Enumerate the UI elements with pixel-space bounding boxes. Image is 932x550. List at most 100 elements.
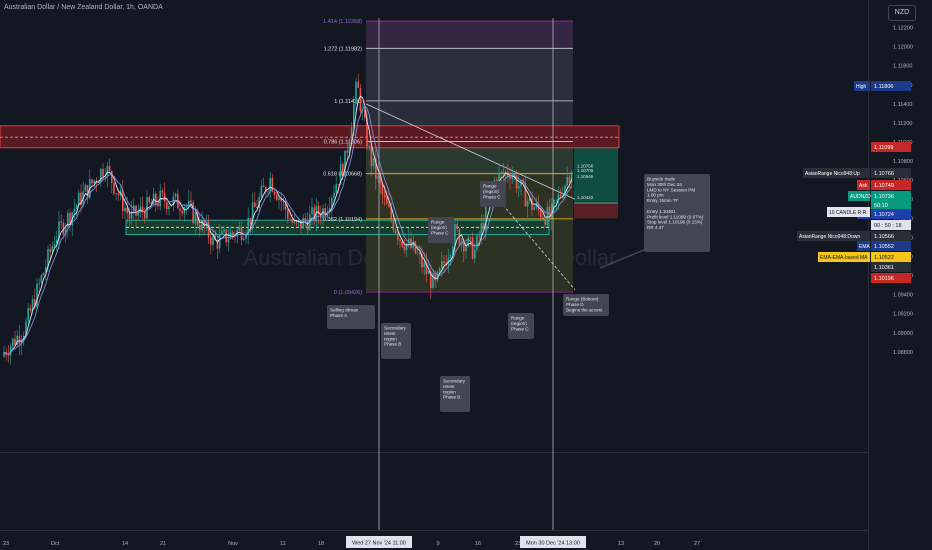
candle-body — [38, 282, 40, 284]
annotation-text-4-1: (region) — [483, 189, 499, 194]
right-tag-10: AsianRange Nico948:Down — [799, 234, 860, 240]
annotation-text-4-2: Phase C — [483, 194, 501, 199]
right-value-0: 1.11806 — [874, 84, 893, 90]
right-value-2: 1.10766 — [874, 171, 894, 177]
right-tag-11: EMA — [859, 244, 871, 250]
time-tick-3: 21 — [160, 541, 166, 547]
annotation-text-1-1: retest — [384, 331, 396, 336]
candle-body — [427, 271, 430, 274]
time-tick-8: 16 — [475, 541, 481, 547]
candle-body — [287, 209, 289, 219]
candle-body — [111, 170, 113, 184]
candle-body — [113, 183, 115, 194]
candle-body — [392, 218, 395, 231]
candle-body — [403, 246, 406, 251]
candle-body — [210, 237, 212, 245]
price-tick-4: 1.11400 — [893, 102, 912, 108]
candle-body — [302, 217, 304, 229]
candle-body — [106, 165, 109, 177]
annotation-text-1-0: Secondary — [384, 326, 407, 331]
candle-body — [78, 192, 80, 206]
right-value-1: 1.11099 — [874, 145, 893, 151]
time-tick-0: 23 — [3, 541, 9, 547]
candle-body — [86, 185, 89, 198]
candle-body — [75, 205, 78, 209]
annotation-text-0-0: Selling climax — [330, 308, 359, 313]
candle-body — [553, 200, 555, 204]
candle-body — [53, 244, 56, 247]
candle-body — [73, 208, 76, 213]
candle-body — [168, 206, 170, 210]
candle-body — [533, 207, 535, 210]
candle-body — [49, 248, 51, 252]
candle-body — [566, 177, 568, 186]
candle-body — [199, 224, 201, 230]
candle-body — [267, 191, 269, 193]
candle-body — [238, 227, 241, 231]
annotation-text-6-1: Phase D — [566, 302, 584, 307]
right-value-9: 00 : 50 : 18 — [874, 223, 902, 229]
time-tick-2: 14 — [122, 541, 128, 547]
candle-body — [139, 206, 142, 212]
candle-body — [335, 184, 337, 193]
candle-body — [278, 197, 280, 200]
price-tick-14: 1.09400 — [893, 293, 913, 299]
price-tick-0: 1.12200 — [893, 26, 913, 32]
position-label-1: 1.10706 — [577, 168, 594, 173]
candle-body — [161, 190, 164, 193]
crosshair-time-label-1: Mon 30 Dec '24 13:00 — [526, 541, 580, 547]
annotation-text-5-1: (region) — [511, 321, 527, 326]
candle-body — [474, 249, 476, 259]
time-tick-5: 11 — [280, 541, 286, 547]
time-tick-10: 13 — [618, 541, 624, 547]
right-tag-3: Ask — [859, 183, 868, 189]
candle-body — [555, 199, 557, 201]
candle-body — [276, 194, 278, 200]
candle-body — [399, 239, 401, 241]
candle-body — [443, 261, 445, 264]
fib-zone-1272 — [366, 48, 573, 101]
candle-body — [12, 338, 14, 347]
candle-body — [148, 197, 150, 203]
right-tag-2: AsianRange Nico948:Up — [805, 171, 860, 177]
time-tick-7: 9 — [436, 541, 439, 547]
chart-canvas[interactable]: AUDNZDAustralian Dollar / New Zealand Do… — [0, 0, 932, 550]
time-tick-6: 18 — [318, 541, 324, 547]
candle-body — [469, 237, 472, 238]
annotation-text-2-3: Phase B — [443, 395, 460, 400]
candle-body — [333, 192, 335, 198]
candle-body — [456, 224, 458, 230]
candle-body — [423, 262, 425, 268]
candle-body — [337, 184, 340, 185]
fib-label-5: 0.382 (1.10194) — [323, 217, 362, 223]
price-tick-2: 1.11800 — [893, 64, 912, 70]
annotation-text-7-7: Profit level 1.11099 (0.67%) — [647, 214, 704, 219]
price-tick-7: 1.10800 — [893, 159, 913, 165]
candle-body — [394, 230, 397, 233]
candle-body — [372, 158, 375, 167]
candle-body — [60, 221, 62, 223]
candle-body — [36, 283, 38, 308]
candle-body — [383, 194, 386, 198]
candle-body — [559, 194, 562, 197]
right-value-11: 1.10552 — [874, 244, 894, 250]
candle-body — [260, 185, 263, 197]
annotation-text-7-0: Buyside trade — [647, 177, 676, 182]
candle-body — [262, 185, 265, 188]
candle-body — [289, 218, 291, 220]
lower-pane — [0, 452, 932, 550]
candle-body — [471, 237, 474, 259]
candle-body — [465, 246, 467, 252]
annotation-text-7-1: Mon 30th Dec 24 — [647, 182, 682, 187]
candle-body — [128, 213, 131, 219]
annotation-text-5-2: Phase C — [511, 326, 529, 331]
right-tag-7: 10 CANDLE R:R — [829, 210, 867, 216]
candle-body — [115, 193, 117, 195]
candle-body — [14, 338, 16, 346]
candle-body — [102, 168, 104, 177]
candle-body — [7, 354, 10, 356]
candle-body — [254, 202, 256, 207]
annotation-text-7-3: 1.00 pm — [647, 193, 664, 198]
right-value-13: 1.10361 — [874, 265, 894, 271]
candle-body — [568, 177, 571, 183]
